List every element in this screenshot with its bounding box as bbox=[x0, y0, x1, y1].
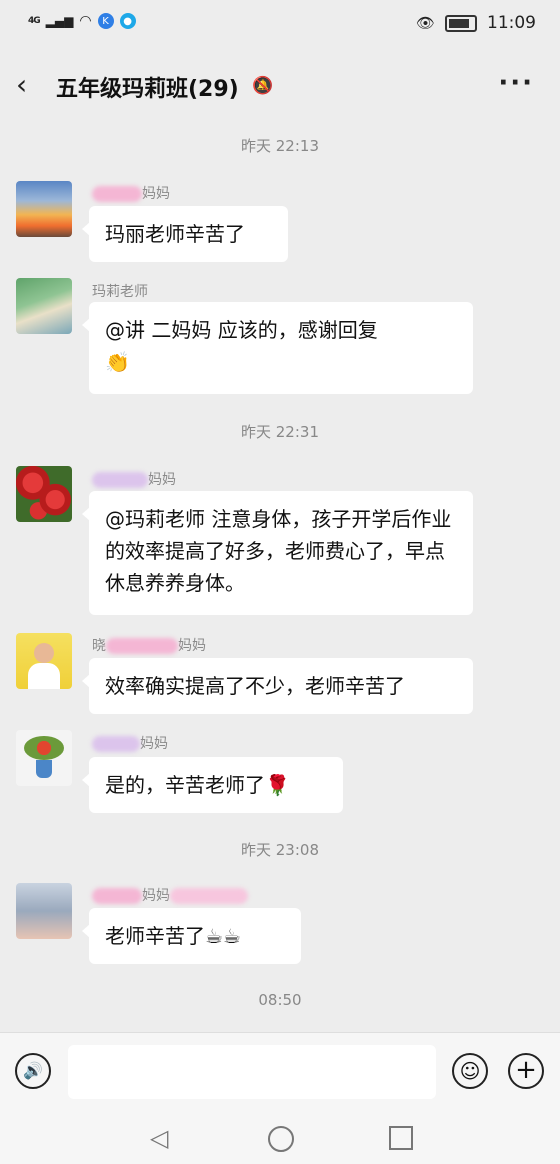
redacted-name bbox=[106, 638, 178, 654]
message-bubble[interactable]: 是的，辛苦老师了🌹 bbox=[82, 757, 343, 813]
avatar[interactable] bbox=[16, 466, 72, 522]
signal-indicator: 4G bbox=[28, 16, 41, 26]
sender-name: 妈妈 bbox=[92, 733, 168, 753]
avatar-vase bbox=[36, 760, 52, 778]
status-bar: 4G ▂▄▆ ◠ K ● 👁 11:09 bbox=[0, 0, 560, 48]
timestamp: 08:50 bbox=[258, 991, 302, 1009]
mute-icon: 🔕 bbox=[252, 76, 274, 96]
emoji-icon[interactable]: ☺ bbox=[452, 1053, 488, 1089]
timestamp: 昨天 22:31 bbox=[241, 423, 319, 441]
avatar-person bbox=[34, 643, 54, 663]
avatar[interactable] bbox=[16, 730, 72, 786]
input-bar: 🔊 ☺ + bbox=[0, 1032, 560, 1113]
avatar-flower bbox=[24, 736, 64, 760]
message-bubble[interactable]: @玛莉老师 注意身体，孩子开学后作业的效率提高了好多，老师费心了，早点休息养养身… bbox=[82, 491, 473, 615]
sender-name: 妈妈 bbox=[92, 469, 176, 489]
redacted-name bbox=[92, 888, 142, 904]
timestamp: 昨天 23:08 bbox=[241, 841, 319, 859]
redacted-name bbox=[92, 186, 142, 202]
message-bubble[interactable]: 老师辛苦了☕☕ bbox=[82, 908, 301, 964]
eye-icon: 👁 bbox=[415, 14, 435, 32]
redacted-name bbox=[92, 736, 140, 752]
sender-name: 玛莉老师 bbox=[92, 284, 148, 300]
app-notification-icon-2: ● bbox=[119, 13, 136, 29]
nav-back-icon[interactable]: ◁ bbox=[150, 1124, 168, 1152]
avatar[interactable] bbox=[16, 181, 72, 237]
message-bubble[interactable]: @讲 二妈妈 应该的，感谢回复 👏 bbox=[82, 302, 473, 394]
plus-icon[interactable]: + bbox=[508, 1053, 544, 1089]
avatar[interactable] bbox=[16, 633, 72, 689]
chat-title: 五年级玛莉班(29) bbox=[56, 77, 239, 102]
signal-bars-icon: ▂▄▆ bbox=[45, 14, 74, 28]
message-bubble[interactable]: 玛丽老师辛苦了 bbox=[82, 206, 288, 262]
wifi-icon: ◠ bbox=[79, 13, 92, 29]
sender-name: 晓妈妈 bbox=[92, 638, 206, 654]
clock: 11:09 bbox=[487, 13, 536, 33]
chat-header: ‹ 五年级玛莉班(29) 🔕 ··· bbox=[0, 48, 560, 126]
message-input[interactable] bbox=[68, 1045, 436, 1099]
sender-name: 妈妈 bbox=[92, 885, 248, 905]
voice-icon[interactable]: 🔊 bbox=[15, 1053, 51, 1089]
message-text-line1: @讲 二妈妈 应该的，感谢回复 bbox=[105, 318, 378, 342]
message-bubble[interactable]: 效率确实提高了不少，老师辛苦了 bbox=[82, 658, 473, 714]
message-text-line2: 👏 bbox=[105, 350, 130, 374]
system-nav-bar: ◁ bbox=[0, 1112, 560, 1164]
app-notification-icon: K bbox=[97, 13, 114, 29]
status-right: 👁 11:09 bbox=[416, 13, 536, 33]
avatar-body bbox=[28, 663, 60, 689]
avatar[interactable] bbox=[16, 883, 72, 939]
nav-recent-icon[interactable] bbox=[389, 1126, 413, 1150]
avatar[interactable] bbox=[16, 278, 72, 334]
sender-name: 妈妈 bbox=[92, 183, 170, 203]
nav-home-icon[interactable] bbox=[268, 1126, 294, 1152]
status-left: 4G ▂▄▆ ◠ K ● bbox=[28, 13, 136, 29]
timestamp: 昨天 22:13 bbox=[241, 137, 319, 155]
battery-icon bbox=[445, 14, 477, 32]
redacted-name bbox=[92, 472, 148, 488]
more-options-icon[interactable]: ··· bbox=[498, 68, 534, 98]
redacted-name bbox=[170, 888, 248, 904]
back-icon[interactable]: ‹ bbox=[16, 68, 44, 102]
